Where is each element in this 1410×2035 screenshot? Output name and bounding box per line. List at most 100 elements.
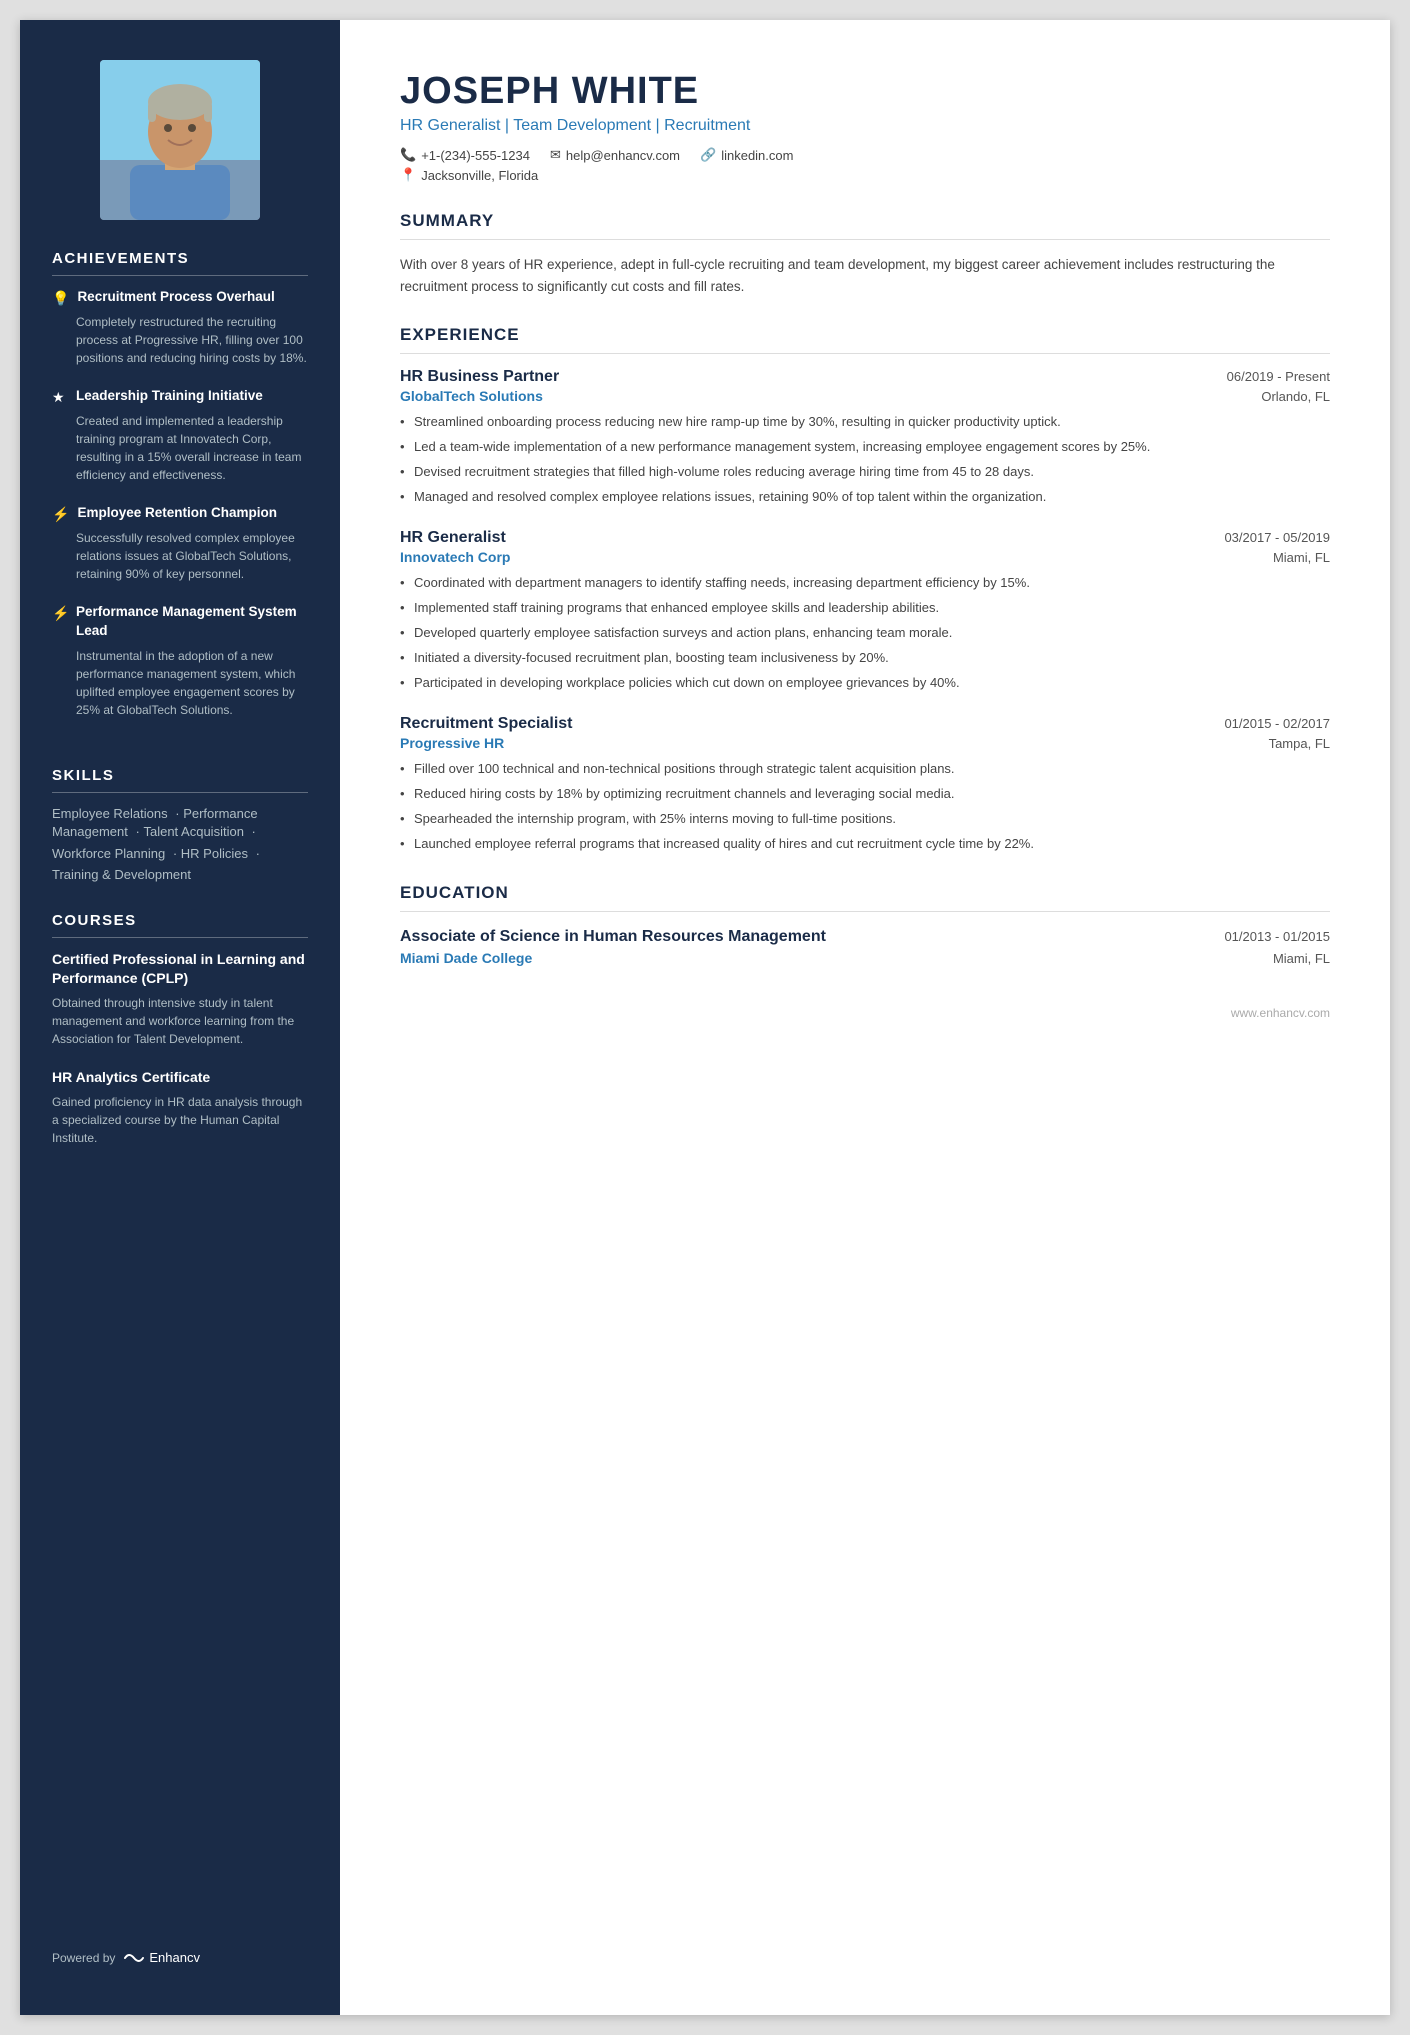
exp-bullet-2-4: Initiated a diversity-focused recruitmen… bbox=[400, 648, 1330, 669]
exp-job-title-1: HR Business Partner bbox=[400, 368, 559, 386]
exp-dates-1: 06/2019 - Present bbox=[1227, 369, 1330, 384]
bolt-icon-2: ⚡ bbox=[52, 605, 68, 622]
exp-location-1: Orlando, FL bbox=[1261, 389, 1330, 404]
skill-item-6: Training & Development bbox=[52, 862, 191, 887]
skills-section: SKILLS Employee Relations · Performance … bbox=[20, 767, 340, 912]
exp-bullet-3-4: Launched employee referral programs that… bbox=[400, 834, 1330, 855]
skill-dot-4: · bbox=[169, 846, 177, 861]
bolt-icon-1: ⚡ bbox=[52, 506, 69, 523]
exp-company-1: GlobalTech Solutions bbox=[400, 388, 543, 404]
email-icon: ✉ bbox=[550, 147, 561, 163]
exp-subheader-1: GlobalTech Solutions Orlando, FL bbox=[400, 388, 1330, 404]
achievement-item-3: ⚡ Employee Retention Champion Successful… bbox=[52, 504, 308, 583]
exp-bullets-3: Filled over 100 technical and non-techni… bbox=[400, 759, 1330, 854]
contact-row: 📞 +1-(234)-555-1234 ✉ help@enhancv.com 🔗… bbox=[400, 147, 1330, 163]
achievement-desc-1: Completely restructured the recruiting p… bbox=[52, 313, 308, 367]
exp-bullet-3-2: Reduced hiring costs by 18% by optimizin… bbox=[400, 784, 1330, 805]
exp-bullets-2: Coordinated with department managers to … bbox=[400, 573, 1330, 693]
exp-dates-2: 03/2017 - 05/2019 bbox=[1224, 530, 1330, 545]
exp-bullet-2-3: Developed quarterly employee satisfactio… bbox=[400, 623, 1330, 644]
email-contact: ✉ help@enhancv.com bbox=[550, 147, 680, 163]
education-title: EDUCATION bbox=[400, 883, 1330, 912]
exp-header-1: HR Business Partner 06/2019 - Present bbox=[400, 368, 1330, 386]
email-address: help@enhancv.com bbox=[566, 148, 680, 163]
achievement-item-4: ⚡ Performance Management System Lead Ins… bbox=[52, 603, 308, 719]
achievement-header-1: 💡 Recruitment Process Overhaul bbox=[52, 288, 308, 307]
website-url: www.enhancv.com bbox=[1231, 1006, 1330, 1020]
bulb-icon: 💡 bbox=[52, 290, 69, 307]
education-section: EDUCATION Associate of Science in Human … bbox=[400, 883, 1330, 966]
link-icon: 🔗 bbox=[700, 147, 716, 163]
candidate-name: JOSEPH WHITE bbox=[400, 70, 1330, 113]
exp-bullet-2-1: Coordinated with department managers to … bbox=[400, 573, 1330, 594]
experience-title: EXPERIENCE bbox=[400, 325, 1330, 354]
achievements-title: ACHIEVEMENTS bbox=[52, 250, 308, 276]
achievement-title-1: Recruitment Process Overhaul bbox=[77, 288, 274, 307]
location-pin-icon: 📍 bbox=[400, 167, 416, 183]
skill-dot-5: · bbox=[252, 846, 260, 861]
exp-location-2: Miami, FL bbox=[1273, 550, 1330, 565]
summary-section: SUMMARY With over 8 years of HR experien… bbox=[400, 211, 1330, 297]
exp-bullet-1-3: Devised recruitment strategies that fill… bbox=[400, 462, 1330, 483]
exp-item-2: HR Generalist 03/2017 - 05/2019 Innovate… bbox=[400, 529, 1330, 693]
skill-label-5: HR Policies bbox=[181, 846, 248, 861]
brand-name: Enhancv bbox=[149, 1950, 200, 1965]
main-content: JOSEPH WHITE HR Generalist | Team Develo… bbox=[340, 20, 1390, 2015]
exp-header-2: HR Generalist 03/2017 - 05/2019 bbox=[400, 529, 1330, 547]
exp-subheader-3: Progressive HR Tampa, FL bbox=[400, 735, 1330, 751]
course-desc-1: Obtained through intensive study in tale… bbox=[52, 994, 308, 1048]
course-desc-2: Gained proficiency in HR data analysis t… bbox=[52, 1093, 308, 1147]
achievement-title-2: Leadership Training Initiative bbox=[76, 387, 263, 406]
course-title-1: Certified Professional in Learning and P… bbox=[52, 950, 308, 989]
skill-label-4: Workforce Planning bbox=[52, 846, 165, 861]
exp-header-3: Recruitment Specialist 01/2015 - 02/2017 bbox=[400, 715, 1330, 733]
exp-company-2: Innovatech Corp bbox=[400, 549, 510, 565]
exp-company-3: Progressive HR bbox=[400, 735, 504, 751]
achievement-item-2: ★ Leadership Training Initiative Created… bbox=[52, 387, 308, 484]
achievement-title-4: Performance Management System Lead bbox=[76, 603, 308, 641]
phone-contact: 📞 +1-(234)-555-1234 bbox=[400, 147, 530, 163]
edu-header-1: Associate of Science in Human Resources … bbox=[400, 926, 1330, 948]
achievement-item-1: 💡 Recruitment Process Overhaul Completel… bbox=[52, 288, 308, 367]
logo-icon bbox=[123, 1951, 145, 1965]
candidate-tagline: HR Generalist | Team Development | Recru… bbox=[400, 117, 1330, 135]
courses-section: COURSES Certified Professional in Learni… bbox=[20, 912, 340, 1195]
course-item-2: HR Analytics Certificate Gained proficie… bbox=[52, 1068, 308, 1147]
exp-location-3: Tampa, FL bbox=[1269, 736, 1330, 751]
linkedin-contact: 🔗 linkedin.com bbox=[700, 147, 793, 163]
courses-title: COURSES bbox=[52, 912, 308, 938]
achievement-header-2: ★ Leadership Training Initiative bbox=[52, 387, 308, 406]
skill-label-6: Training & Development bbox=[52, 867, 191, 882]
exp-bullet-1-2: Led a team-wide implementation of a new … bbox=[400, 437, 1330, 458]
skill-dot-2: · bbox=[132, 824, 140, 839]
phone-icon: 📞 bbox=[400, 147, 416, 163]
exp-item-1: HR Business Partner 06/2019 - Present Gl… bbox=[400, 368, 1330, 507]
summary-text: With over 8 years of HR experience, adep… bbox=[400, 254, 1330, 297]
main-footer: www.enhancv.com bbox=[400, 1006, 1330, 1020]
edu-school-1: Miami Dade College bbox=[400, 950, 532, 966]
edu-dates-1: 01/2013 - 01/2015 bbox=[1224, 929, 1330, 944]
photo-container bbox=[20, 20, 340, 250]
linkedin-url: linkedin.com bbox=[721, 148, 793, 163]
exp-bullet-1-4: Managed and resolved complex employee re… bbox=[400, 487, 1330, 508]
sidebar: ACHIEVEMENTS 💡 Recruitment Process Overh… bbox=[20, 20, 340, 2015]
exp-bullet-2-2: Implemented staff training programs that… bbox=[400, 598, 1330, 619]
edu-subheader-1: Miami Dade College Miami, FL bbox=[400, 950, 1330, 966]
exp-bullet-2-5: Participated in developing workplace pol… bbox=[400, 673, 1330, 694]
course-title-2: HR Analytics Certificate bbox=[52, 1068, 308, 1088]
exp-bullet-3-3: Spearheaded the internship program, with… bbox=[400, 809, 1330, 830]
skill-dot-3: · bbox=[248, 824, 256, 839]
skills-list: Employee Relations · Performance Managem… bbox=[52, 805, 308, 884]
achievement-desc-3: Successfully resolved complex employee r… bbox=[52, 529, 308, 583]
achievement-header-4: ⚡ Performance Management System Lead bbox=[52, 603, 308, 641]
achievement-desc-2: Created and implemented a leadership tra… bbox=[52, 412, 308, 484]
exp-item-3: Recruitment Specialist 01/2015 - 02/2017… bbox=[400, 715, 1330, 854]
exp-job-title-2: HR Generalist bbox=[400, 529, 506, 547]
achievement-desc-4: Instrumental in the adoption of a new pe… bbox=[52, 647, 308, 719]
exp-job-title-3: Recruitment Specialist bbox=[400, 715, 573, 733]
edu-location-1: Miami, FL bbox=[1273, 951, 1330, 966]
location-row: 📍 Jacksonville, Florida bbox=[400, 167, 1330, 183]
achievements-section: ACHIEVEMENTS 💡 Recruitment Process Overh… bbox=[20, 250, 340, 767]
edu-item-1: Associate of Science in Human Resources … bbox=[400, 926, 1330, 966]
phone-number: +1-(234)-555-1234 bbox=[421, 148, 530, 163]
